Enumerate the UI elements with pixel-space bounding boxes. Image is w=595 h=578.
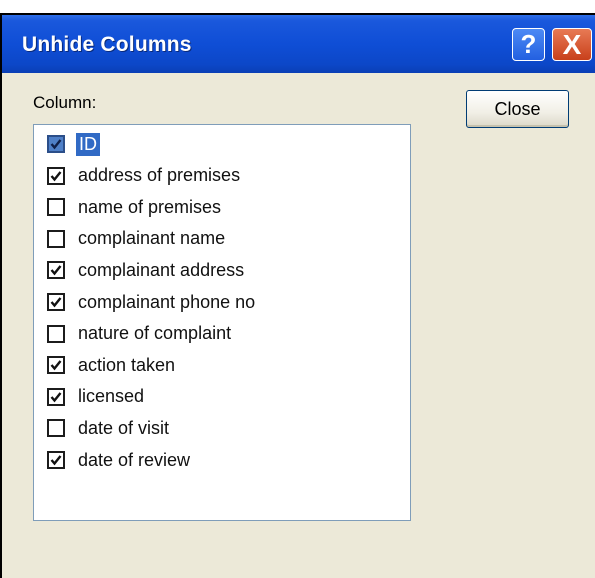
checkmark-icon — [50, 455, 62, 466]
column-checkbox[interactable] — [47, 135, 65, 153]
column-checkbox[interactable] — [47, 451, 65, 469]
column-list-item[interactable]: action taken — [34, 350, 410, 380]
column-item-label: nature of complaint — [78, 323, 232, 344]
column-item-label: name of premises — [78, 196, 222, 217]
column-list-item[interactable]: date of review — [34, 445, 410, 475]
window-close-button[interactable]: X — [552, 28, 592, 61]
column-checkbox[interactable] — [47, 387, 65, 406]
column-list-item[interactable]: licensed — [34, 382, 410, 412]
column-list[interactable]: ID address of premises name of premises com… — [33, 124, 411, 521]
column-item-label: date of review — [78, 449, 191, 470]
column-list-item[interactable]: ID — [34, 129, 410, 159]
column-item-label: complainant name — [78, 228, 226, 249]
help-button[interactable]: ? — [512, 28, 545, 61]
column-list-item[interactable]: complainant name — [34, 224, 410, 254]
column-checkbox[interactable] — [47, 293, 65, 311]
column-checkbox[interactable] — [47, 166, 65, 185]
checkmark-icon — [50, 265, 62, 276]
column-list-item[interactable]: address of premises — [34, 161, 410, 191]
column-checkbox[interactable] — [47, 198, 65, 217]
column-item-label: address of premises — [78, 165, 241, 186]
title-bar[interactable]: Unhide Columns ? X — [2, 15, 595, 73]
column-list-item[interactable]: date of visit — [34, 413, 410, 443]
column-checkbox[interactable] — [47, 261, 65, 280]
checkmark-icon — [50, 297, 62, 308]
column-item-label: date of visit — [78, 417, 170, 438]
unhide-columns-dialog: Unhide Columns ? X Column: Close ID addre… — [2, 15, 595, 578]
close-icon: X — [562, 28, 582, 60]
column-checkbox[interactable] — [47, 356, 65, 375]
column-checkbox[interactable] — [47, 419, 65, 438]
column-item-label: action taken — [78, 354, 176, 375]
checkmark-icon — [50, 360, 62, 371]
dialog-body: Column: Close ID address of premises name … — [2, 73, 595, 578]
column-label: Column: — [33, 93, 97, 112]
window-title: Unhide Columns — [22, 33, 192, 56]
column-list-item[interactable]: nature of complaint — [34, 319, 410, 349]
column-checkbox[interactable] — [47, 229, 65, 248]
help-icon: ? — [520, 29, 537, 59]
checkmark-icon — [50, 139, 62, 150]
column-item-label: complainant address — [78, 259, 245, 280]
checkmark-icon — [50, 170, 62, 181]
column-checkbox[interactable] — [47, 324, 65, 343]
column-list-item[interactable]: complainant address — [34, 255, 410, 285]
checkmark-icon — [50, 392, 62, 403]
column-item-label: complainant phone no — [78, 291, 256, 312]
column-list-item[interactable]: complainant phone no — [34, 287, 410, 317]
column-item-label: licensed — [78, 386, 145, 407]
column-item-label: ID — [76, 132, 100, 156]
close-button[interactable]: Close — [466, 90, 569, 128]
column-list-item[interactable]: name of premises — [34, 192, 410, 222]
